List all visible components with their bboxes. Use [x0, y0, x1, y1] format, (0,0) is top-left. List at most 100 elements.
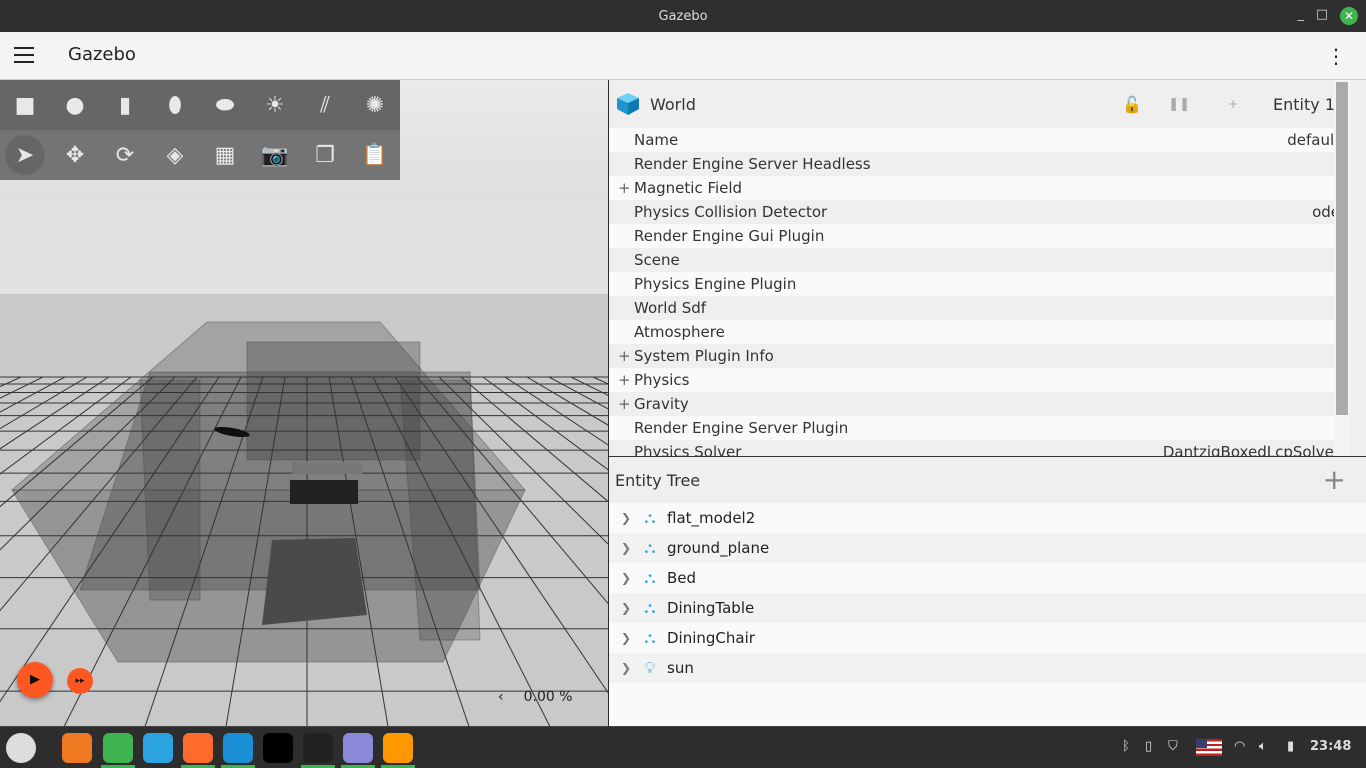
- app-icon[interactable]: [263, 733, 293, 763]
- rtf-expand-icon[interactable]: ‹: [498, 689, 504, 705]
- 3d-scene-viewport[interactable]: ■ ● ▮ ⬮ ⬬ ☀ ⫽ ✺ ➤ ✥ ⟳ ◈ ▦ 📷 ❐ 📋 ▶ ▸▸ ‹ 0.00 %: [0, 80, 608, 726]
- property-row[interactable]: Render Engine Server Headless: [609, 152, 1350, 176]
- expand-icon[interactable]: +: [618, 395, 631, 413]
- files-icon[interactable]: [103, 733, 133, 763]
- paste-tool[interactable]: 📋: [350, 130, 400, 180]
- snap-tool[interactable]: ◈: [150, 130, 200, 180]
- property-row[interactable]: Physics Solver DantzigBoxedLcpSolver: [609, 440, 1350, 456]
- scrollbar-thumb[interactable]: [1336, 82, 1348, 415]
- us-flag-icon[interactable]: [1196, 739, 1222, 756]
- expand-icon[interactable]: +: [618, 179, 631, 197]
- entity-name: DiningTable: [667, 599, 755, 617]
- inspector-scrollbar[interactable]: [1334, 80, 1350, 456]
- dining-table: [292, 462, 362, 474]
- ellipsoid-icon: ⬬: [215, 92, 235, 118]
- property-row[interactable]: + Magnetic Field: [609, 176, 1350, 200]
- text-editor-icon[interactable]: [343, 733, 373, 763]
- select-tool[interactable]: ➤: [0, 130, 50, 180]
- property-row[interactable]: Scene: [609, 248, 1350, 272]
- component-inspector: World 🔓 ❚❚ + Entity 1 Name default Render …: [609, 80, 1350, 456]
- spot-light-tool[interactable]: ✺: [350, 80, 400, 130]
- property-row[interactable]: + Physics: [609, 368, 1350, 392]
- chevron-right-icon[interactable]: ❯: [621, 631, 637, 645]
- box-icon: ■: [14, 92, 36, 118]
- wifi-icon[interactable]: ◠: [1234, 739, 1245, 754]
- property-value: default: [1287, 131, 1340, 149]
- chevron-right-icon[interactable]: ❯: [621, 601, 637, 615]
- entity-name: DiningChair: [667, 629, 755, 647]
- entity-id: Entity 1: [1273, 95, 1335, 114]
- mint-menu-icon[interactable]: [6, 733, 36, 763]
- entity-tree-title: Entity Tree: [615, 471, 701, 490]
- grid-tool[interactable]: ▦: [200, 130, 250, 180]
- capsule-icon: ⬮: [168, 92, 182, 118]
- bluetooth-icon[interactable]: ᛒ: [1122, 739, 1130, 754]
- property-row[interactable]: + Gravity: [609, 392, 1350, 416]
- entity-tree-item[interactable]: ❯ 💡︎ sun: [609, 653, 1366, 683]
- lock-icon[interactable]: 🔓: [1122, 95, 1142, 114]
- translate-tool[interactable]: ✥: [50, 130, 100, 180]
- model-icon: ⛬: [644, 568, 656, 587]
- property-row[interactable]: World Sdf: [609, 296, 1350, 320]
- chevron-right-icon[interactable]: ❯: [621, 571, 637, 585]
- rotate-tool[interactable]: ⟳: [100, 130, 150, 180]
- property-row[interactable]: Name default: [609, 128, 1350, 152]
- close-button[interactable]: ✕: [1340, 7, 1358, 25]
- expand-icon[interactable]: +: [618, 347, 631, 365]
- play-button[interactable]: ▶: [17, 662, 53, 698]
- add-icon[interactable]: +: [1228, 97, 1238, 111]
- step-button[interactable]: ▸▸: [67, 668, 93, 694]
- gazebo-icon[interactable]: [383, 733, 413, 763]
- anaconda-icon[interactable]: [62, 733, 92, 763]
- firefox-icon[interactable]: [183, 733, 213, 763]
- minimize-button[interactable]: _: [1298, 7, 1305, 22]
- hamburger-icon[interactable]: [14, 47, 34, 63]
- entity-tree-item[interactable]: ❯ ⛬ DiningChair: [609, 623, 1366, 653]
- more-options-icon[interactable]: ⋮: [1326, 46, 1346, 66]
- terminal-icon[interactable]: [303, 733, 333, 763]
- clock[interactable]: 23:48: [1310, 739, 1351, 754]
- chevron-right-icon[interactable]: ❯: [621, 661, 637, 675]
- capsule-tool[interactable]: ⬮: [150, 80, 200, 130]
- model-icon: ⛬: [644, 508, 656, 527]
- shield-icon[interactable]: ⛉: [1168, 739, 1178, 754]
- directional-light-tool[interactable]: ⫽: [300, 80, 350, 130]
- bed: [262, 538, 367, 625]
- copy-icon: ❐: [315, 142, 335, 168]
- property-label: System Plugin Info: [634, 347, 774, 365]
- app-bar: Gazebo ⋮: [0, 32, 1366, 80]
- entity-tree-item[interactable]: ❯ ⛬ DiningTable: [609, 593, 1366, 623]
- entity-tree-item[interactable]: ❯ ⛬ ground_plane: [609, 533, 1366, 563]
- table-shadow: [290, 480, 358, 504]
- property-row[interactable]: Physics Collision Detector ode: [609, 200, 1350, 224]
- chevron-right-icon[interactable]: ❯: [621, 541, 637, 555]
- add-entity-button[interactable]: +: [1323, 463, 1346, 496]
- property-label: Render Engine Server Headless: [634, 155, 871, 173]
- property-row[interactable]: Physics Engine Plugin: [609, 272, 1350, 296]
- battery-icon[interactable]: ▮: [1287, 739, 1294, 754]
- property-row[interactable]: + System Plugin Info: [609, 344, 1350, 368]
- property-row[interactable]: Render Engine Server Plugin: [609, 416, 1350, 440]
- clipboard-icon[interactable]: ▯: [1145, 739, 1152, 754]
- volume-icon[interactable]: 🔈︎: [1259, 739, 1267, 754]
- ellipsoid-tool[interactable]: ⬬: [200, 80, 250, 130]
- cylinder-icon: ▮: [118, 92, 132, 118]
- property-row[interactable]: Render Engine Gui Plugin: [609, 224, 1350, 248]
- point-light-tool[interactable]: ☀: [250, 80, 300, 130]
- sphere-tool[interactable]: ●: [50, 80, 100, 130]
- screenshot-tool[interactable]: 📷: [250, 130, 300, 180]
- world-cube-icon: [617, 93, 639, 115]
- pause-icon[interactable]: ❚❚: [1168, 97, 1190, 112]
- edge-icon[interactable]: [223, 733, 253, 763]
- cylinder-tool[interactable]: ▮: [100, 80, 150, 130]
- telegram-icon[interactable]: [143, 733, 173, 763]
- expand-icon[interactable]: +: [618, 371, 631, 389]
- chevron-right-icon[interactable]: ❯: [621, 511, 637, 525]
- box-tool[interactable]: ■: [0, 80, 50, 130]
- entity-tree-item[interactable]: ❯ ⛬ flat_model2: [609, 503, 1366, 533]
- snap-icon: ◈: [166, 142, 184, 168]
- copy-tool[interactable]: ❐: [300, 130, 350, 180]
- entity-tree-item[interactable]: ❯ ⛬ Bed: [609, 563, 1366, 593]
- maximize-button[interactable]: □: [1316, 7, 1328, 22]
- property-row[interactable]: Atmosphere: [609, 320, 1350, 344]
